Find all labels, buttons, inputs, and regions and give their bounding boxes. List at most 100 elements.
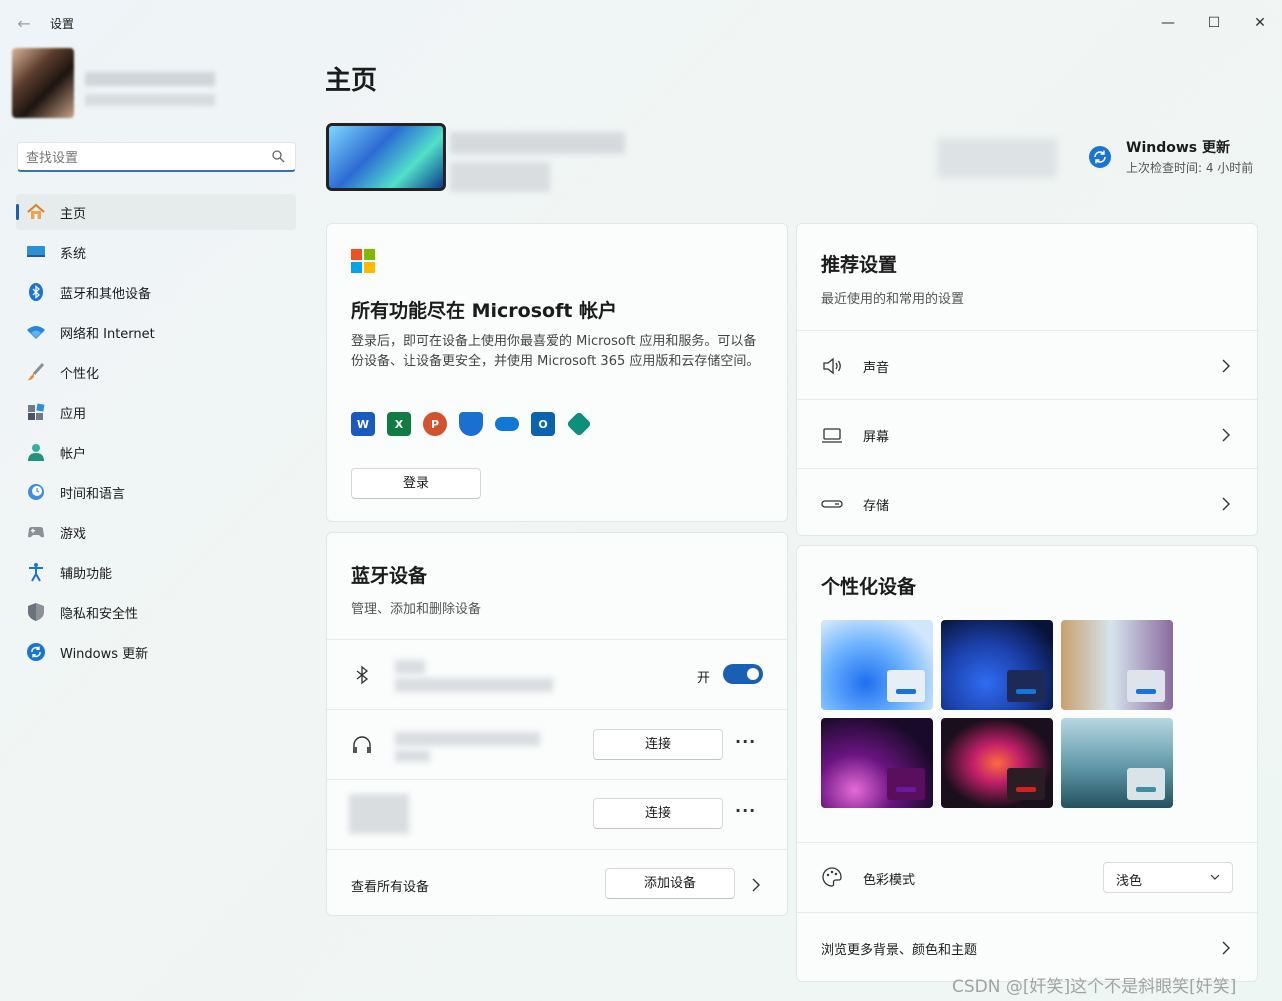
clock-globe-icon — [26, 482, 46, 502]
theme-thumbnail[interactable] — [941, 620, 1053, 710]
app-title: 设置 — [50, 17, 75, 31]
palette-icon — [822, 867, 842, 887]
sidebar-item-privacy[interactable]: 隐私和安全性 — [16, 594, 296, 630]
sidebar-item-label: 网络和 Internet — [60, 326, 155, 342]
sidebar-item-home[interactable]: 主页 — [16, 194, 296, 230]
microsoft-account-card: 所有功能尽在 Microsoft 帐户 登录后，即可在设备上使用你最喜爱的 Mi… — [326, 223, 788, 522]
theme-chip — [1007, 768, 1045, 800]
sidebar-item-time-language[interactable]: 时间和语言 — [16, 474, 296, 510]
add-device-button[interactable]: 添加设备 — [605, 868, 735, 899]
login-button[interactable]: 登录 — [351, 468, 481, 499]
chevron-right-icon[interactable] — [751, 878, 761, 892]
recommended-item-sound[interactable]: 声音 — [797, 331, 1257, 400]
connect-button[interactable]: 连接 — [593, 798, 723, 829]
sidebar-item-apps[interactable]: 应用 — [16, 394, 296, 430]
recommended-item-display[interactable]: 屏幕 — [797, 400, 1257, 469]
sidebar-item-network[interactable]: 网络和 Internet — [16, 314, 296, 350]
windows-update-title: Windows 更新 — [1126, 140, 1230, 156]
windows-update-subtitle: 上次检查时间: 4 小时前 — [1126, 161, 1254, 175]
sidebar-item-gaming[interactable]: 游戏 — [16, 514, 296, 550]
wifi-icon — [26, 322, 46, 342]
sidebar-item-system[interactable]: 系统 — [16, 234, 296, 270]
device-status-redacted — [395, 750, 430, 762]
outlook-icon: O — [531, 412, 555, 436]
speaker-icon — [823, 357, 841, 375]
sidebar-item-windows-update[interactable]: Windows 更新 — [16, 634, 296, 670]
defender-icon — [459, 412, 483, 436]
recommended-title: 推荐设置 — [821, 254, 898, 276]
watermark: CSDN @[奸笑]这个不是斜眼笑[奸笑] — [952, 977, 1237, 997]
theme-chip — [887, 670, 925, 702]
chevron-right-icon — [1222, 941, 1230, 955]
monitor-icon — [26, 242, 46, 262]
sidebar-item-label: 游戏 — [60, 526, 87, 542]
divider — [797, 842, 1257, 843]
theme-thumbnail[interactable] — [821, 620, 933, 710]
bluetooth-devices-card: 蓝牙设备 管理、添加和删除设备 开 连接 ··· 连接 ··· 查看所有设备 添… — [326, 532, 788, 916]
bluetooth-icon — [26, 282, 46, 302]
theme-grid — [821, 620, 1173, 808]
recommended-subtitle: 最近使用的和常用的设置 — [821, 292, 965, 307]
connect-button[interactable]: 连接 — [593, 729, 723, 760]
search-box[interactable] — [17, 142, 296, 172]
shield-icon — [26, 602, 46, 622]
chevron-right-icon — [1222, 428, 1230, 442]
ms-account-title: 所有功能尽在 Microsoft 帐户 — [351, 300, 618, 322]
theme-thumbnail[interactable] — [1061, 718, 1173, 808]
theme-chip — [887, 768, 925, 800]
theme-thumbnail[interactable] — [941, 718, 1053, 808]
device-name-redacted — [450, 132, 625, 154]
recommended-item-label: 声音 — [863, 361, 890, 376]
bluetooth-toggle-row: 开 — [327, 640, 787, 709]
browse-themes-label: 浏览更多背景、颜色和主题 — [821, 943, 978, 958]
sidebar-item-personalization[interactable]: 个性化 — [16, 354, 296, 390]
maximize-button[interactable]: ☐ — [1191, 8, 1237, 38]
windows-update-status[interactable]: Windows 更新 上次检查时间: 4 小时前 — [1088, 137, 1268, 181]
close-button[interactable]: ✕ — [1237, 8, 1282, 38]
theme-thumbnail[interactable] — [821, 718, 933, 808]
sidebar-item-label: Windows 更新 — [60, 646, 149, 662]
search-input[interactable] — [26, 148, 266, 168]
device-name-redacted — [395, 660, 425, 674]
bluetooth-toggle[interactable] — [723, 664, 763, 684]
profile-email-redacted — [85, 94, 215, 106]
sidebar-item-label: 隐私和安全性 — [60, 606, 139, 622]
sidebar-item-label: 帐户 — [60, 446, 87, 462]
update-icon — [26, 642, 46, 662]
view-all-devices-row[interactable]: 查看所有设备 添加设备 — [327, 850, 787, 919]
recommended-settings-card: 推荐设置 最近使用的和常用的设置 声音 屏幕 存储 — [796, 223, 1258, 536]
theme-thumbnail[interactable] — [1061, 620, 1173, 710]
chevron-down-icon — [1210, 874, 1220, 880]
more-options-button[interactable]: ··· — [735, 801, 756, 820]
bluetooth-device-row: 连接 ··· — [327, 710, 787, 779]
accessibility-icon — [26, 562, 46, 582]
onedrive-icon — [495, 417, 519, 431]
device-info-redacted — [349, 794, 409, 834]
sidebar-item-accessibility[interactable]: 辅助功能 — [16, 554, 296, 590]
person-icon — [26, 442, 46, 462]
minimize-button[interactable]: — — [1145, 8, 1191, 38]
title-bar: ← 设置 — ☐ ✕ — [0, 0, 1282, 46]
home-icon — [26, 202, 46, 222]
view-all-devices-link[interactable]: 查看所有设备 — [351, 876, 429, 895]
sidebar-item-label: 系统 — [60, 246, 87, 262]
avatar[interactable] — [12, 48, 74, 118]
personalize-title: 个性化设备 — [821, 576, 917, 598]
recommended-item-label: 存储 — [863, 499, 890, 514]
more-options-button[interactable]: ··· — [735, 732, 756, 751]
theme-chip — [1007, 670, 1045, 702]
update-icon — [1089, 146, 1111, 168]
search-icon[interactable] — [271, 149, 285, 163]
sidebar-item-label: 时间和语言 — [60, 486, 126, 502]
powerpoint-icon: P — [423, 412, 447, 436]
recommended-item-label: 屏幕 — [863, 430, 890, 445]
sidebar-item-accounts[interactable]: 帐户 — [16, 434, 296, 470]
color-mode-select[interactable]: 浅色 — [1103, 862, 1233, 893]
family-safety-icon — [566, 411, 592, 437]
back-arrow-icon[interactable]: ← — [14, 14, 34, 34]
color-mode-value: 浅色 — [1116, 874, 1143, 889]
sidebar-item-bluetooth[interactable]: 蓝牙和其他设备 — [16, 274, 296, 310]
recommended-item-storage[interactable]: 存储 — [797, 469, 1257, 538]
laptop-icon — [822, 428, 842, 443]
theme-chip — [1127, 670, 1165, 702]
